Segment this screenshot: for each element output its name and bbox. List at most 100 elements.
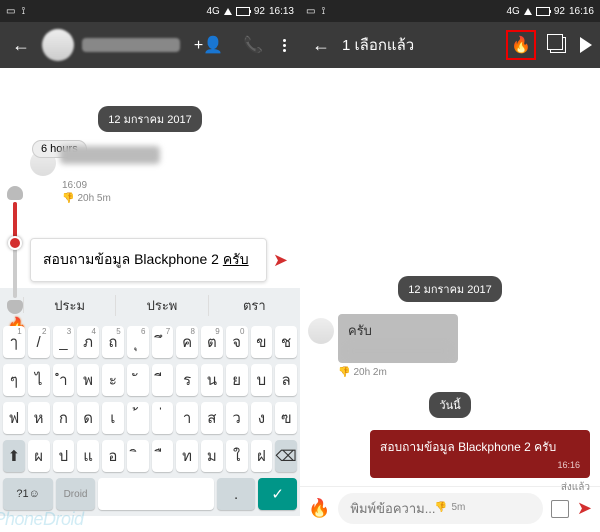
- message-time: 16:09: [62, 180, 300, 191]
- key-ฟ[interactable]: ฟ: [3, 402, 25, 434]
- key-ค[interactable]: ค8: [176, 326, 198, 358]
- date-chip: 12 มกราคม 2017: [398, 276, 501, 302]
- key-ผ[interactable]: ผ: [28, 440, 50, 472]
- key-ใ[interactable]: ใ: [226, 440, 248, 472]
- period-key[interactable]: .: [217, 478, 256, 510]
- symbols-key[interactable]: ?1☺: [3, 478, 53, 510]
- key-ม[interactable]: ม: [201, 440, 223, 472]
- thumb-icon: 👎: [338, 367, 350, 378]
- key-ะ[interactable]: ะ: [102, 364, 124, 396]
- key-ท[interactable]: ท: [176, 440, 198, 472]
- burn-countdown: 20h 2m: [353, 367, 386, 378]
- back-icon[interactable]: ←: [8, 31, 34, 60]
- send-icon[interactable]: ➤: [267, 250, 294, 271]
- burn-time-slider[interactable]: 🔥: [6, 186, 24, 314]
- burn-countdown: 20h 5m: [77, 193, 110, 204]
- key-ง[interactable]: ง: [251, 402, 273, 434]
- add-contact-icon[interactable]: +👤: [188, 31, 229, 59]
- incoming-message-redacted[interactable]: [60, 146, 160, 164]
- key-ล[interactable]: ล: [275, 364, 297, 396]
- key-ฝ[interactable]: ฝ: [251, 440, 273, 472]
- key-ป[interactable]: ป: [53, 440, 75, 472]
- key-พ[interactable]: พ: [77, 364, 99, 396]
- today-chip: วันนี้: [429, 392, 470, 418]
- key-ๆ[interactable]: ๆ: [3, 364, 25, 396]
- key-ช[interactable]: ช: [275, 326, 297, 358]
- key-ั[interactable]: ั: [127, 364, 149, 396]
- key-ฃ[interactable]: ฃ: [275, 402, 297, 434]
- suggestion-2[interactable]: ประพ: [116, 295, 208, 316]
- key-เ[interactable]: เ: [102, 402, 124, 434]
- backspace-key[interactable]: ⌫: [275, 440, 297, 472]
- key-่[interactable]: ่: [152, 402, 174, 434]
- key-บ[interactable]: บ: [251, 364, 273, 396]
- key-ำ[interactable]: ำ: [53, 364, 75, 396]
- key-ย[interactable]: ย: [226, 364, 248, 396]
- suggestion-1[interactable]: ประม: [24, 295, 116, 316]
- key-ไ[interactable]: ไ: [28, 364, 50, 396]
- signal-icon: [524, 8, 532, 15]
- clock: 16:16: [569, 6, 594, 17]
- contact-avatar[interactable]: [42, 29, 74, 61]
- selection-count: 1 เลือกแล้ว: [342, 33, 498, 57]
- status-bar: ▭ ⟟ 4G 92 16:16: [300, 0, 600, 22]
- space-key[interactable]: [98, 478, 214, 510]
- status-icon: ⟟: [321, 6, 325, 17]
- key-ุ[interactable]: ุ6: [127, 326, 149, 358]
- key-ถ[interactable]: ถ5: [102, 326, 124, 358]
- net-label: 4G: [207, 6, 220, 17]
- suggestion-bar: › ประม ประพ ตรา: [0, 288, 300, 322]
- key-ด[interactable]: ด: [77, 402, 99, 434]
- suggestion-3[interactable]: ตรา: [209, 295, 300, 316]
- key-ก[interactable]: ก: [53, 402, 75, 434]
- key-ึ[interactable]: ึ7: [152, 326, 174, 358]
- key-น[interactable]: น: [201, 364, 223, 396]
- key-ว[interactable]: ว: [226, 402, 248, 434]
- battery-icon: [536, 7, 550, 16]
- status-bar: ▭ ⟟ 4G 92 16:13: [0, 0, 300, 22]
- burn-countdown: 5m: [452, 502, 466, 513]
- watermark: iPhoneDroid: [0, 509, 84, 530]
- thumb-icon: 👎: [62, 193, 74, 204]
- key-ภ[interactable]: ภ4: [77, 326, 99, 358]
- burn-message-button[interactable]: 🔥: [506, 30, 536, 60]
- call-icon[interactable]: 📞: [237, 31, 269, 59]
- overflow-menu-icon[interactable]: [277, 35, 292, 56]
- key-_[interactable]: _3: [53, 326, 75, 358]
- back-icon[interactable]: ←: [308, 31, 334, 60]
- contact-name-redacted: [82, 38, 180, 52]
- caps-key[interactable]: ⬆: [3, 440, 25, 472]
- battery-pct: 92: [254, 6, 265, 17]
- status-icon: ⟟: [21, 6, 25, 17]
- key-ื[interactable]: ื: [152, 440, 174, 472]
- key-ส[interactable]: ส: [201, 402, 223, 434]
- key-ร[interactable]: ร: [176, 364, 198, 396]
- key-ข[interactable]: ข: [251, 326, 273, 358]
- battery-pct: 92: [554, 6, 565, 17]
- enter-key[interactable]: ✓: [258, 478, 297, 510]
- forward-button[interactable]: [580, 37, 592, 53]
- key-แ[interactable]: แ: [77, 440, 99, 472]
- copy-button[interactable]: [544, 37, 572, 53]
- screenshot-icon: ▭: [306, 6, 315, 17]
- lang-key[interactable]: Droid: [56, 478, 95, 510]
- compose-input[interactable]: สอบถามข้อมูล Blackphone 2 ครับ: [30, 238, 267, 282]
- incoming-message[interactable]: ครับ: [338, 314, 458, 363]
- outgoing-message-selected[interactable]: สอบถามข้อมูล Blackphone 2 ครับ 16:16: [370, 430, 590, 478]
- key-ๅ[interactable]: ๅ1: [3, 326, 25, 358]
- delivery-status: ส่งแล้ว: [300, 480, 590, 495]
- key-/[interactable]: /2: [28, 326, 50, 358]
- sender-avatar: [308, 318, 334, 344]
- key-า[interactable]: า: [176, 402, 198, 434]
- key-ต[interactable]: ต9: [201, 326, 223, 358]
- date-chip: 12 มกราคม 2017: [98, 106, 201, 132]
- net-label: 4G: [507, 6, 520, 17]
- key-อ[interactable]: อ: [102, 440, 124, 472]
- signal-icon: [224, 8, 232, 15]
- key-้[interactable]: ้: [127, 402, 149, 434]
- clock: 16:13: [269, 6, 294, 17]
- key-ิ[interactable]: ิ: [127, 440, 149, 472]
- key-ห[interactable]: ห: [28, 402, 50, 434]
- key-ี[interactable]: ี: [152, 364, 174, 396]
- key-จ[interactable]: จ0: [226, 326, 248, 358]
